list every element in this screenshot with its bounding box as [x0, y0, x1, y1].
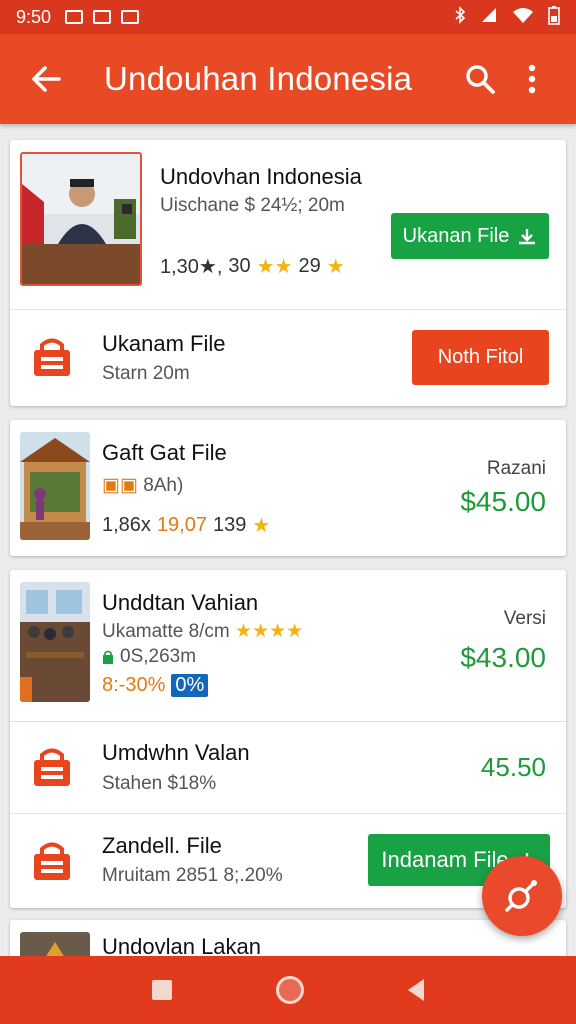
item-rating-value: 29 — [298, 255, 321, 277]
wifi-icon — [512, 6, 534, 29]
search-button[interactable] — [454, 51, 506, 107]
item-title: Ukanam File — [102, 331, 226, 356]
status-bar: 9:50 — [0, 0, 576, 34]
item-price: $45.00 — [460, 486, 546, 517]
item-card: Unddtan Vahian Ukamatte 8/cm ★★★★ 0S,263… — [10, 570, 566, 908]
item-thumbnail — [20, 432, 90, 540]
more-options-button[interactable] — [506, 51, 558, 107]
item-card: Gaft Gat File ▣▣ 8Ah) 1,86x 19,07 139 ★ … — [10, 420, 566, 556]
item-price: $43.00 — [460, 642, 546, 673]
star-icon: ★ — [252, 515, 271, 537]
notification-icon — [93, 10, 112, 24]
item-meta-value: 19,07 — [156, 514, 207, 536]
item-rating: 1,86x 19,07 139 ★ — [102, 513, 270, 538]
share-icon — [505, 880, 537, 912]
list-item[interactable]: Undovhan Indonesia Uischane $ 24½; 20m 1… — [10, 140, 566, 310]
item-rating-value: 139 — [213, 514, 247, 536]
item-size: 0S,263m — [102, 646, 196, 668]
item-subtitle: ▣▣ 8Ah) — [102, 475, 184, 496]
item-meta-value: 30 — [228, 255, 251, 277]
lock-icon — [34, 338, 70, 376]
page-title: Undouhan Indonesia — [104, 60, 413, 97]
arrow-back-icon — [32, 66, 61, 92]
item-downloads: 1,30★, — [160, 256, 223, 278]
download-icon — [519, 229, 536, 245]
item-percent: 8:-30% — [102, 674, 166, 696]
lock-small-icon — [103, 650, 113, 664]
item-subtitle: Ukamatte 8/cm ★★★★ — [102, 621, 304, 642]
share-fab-button[interactable] — [482, 856, 562, 936]
bluetooth-icon — [454, 5, 466, 29]
item-label: Razani — [486, 458, 546, 479]
item-card: Undovhan Indonesia Uischane $ 24½; 20m 1… — [10, 140, 566, 406]
list-item[interactable]: Undovlan Lakan — [10, 920, 566, 956]
item-card: Undovlan Lakan — [10, 920, 566, 956]
item-thumbnail — [20, 152, 142, 286]
item-progress: 8:-30% 0% — [102, 674, 209, 697]
notification-icon — [121, 10, 140, 24]
recents-button[interactable] — [152, 980, 172, 1000]
back-nav-button[interactable] — [408, 979, 424, 1001]
item-subtitle: Starn 20m — [102, 363, 190, 384]
item-title: Umdwhn Valan — [102, 740, 250, 765]
action-button[interactable]: Noth Fitol — [412, 330, 549, 385]
item-thumbnail — [20, 932, 90, 956]
button-label: Ukanan File — [402, 224, 510, 247]
more-vert-icon — [528, 64, 536, 94]
item-price: 45.50 — [480, 752, 546, 782]
star-icon: ★ — [326, 256, 345, 278]
notification-icon — [65, 10, 84, 24]
app-bar: Undouhan Indonesia — [0, 34, 576, 124]
item-label: Versi — [503, 608, 546, 629]
item-subtitle: Stahen $18% — [102, 773, 217, 794]
content-list[interactable]: Undovhan Indonesia Uischane $ 24½; 20m 1… — [0, 124, 576, 956]
status-badge: 0% — [171, 674, 209, 697]
rating-icon: ▣▣ — [102, 475, 138, 496]
item-thumbnail — [20, 582, 90, 702]
item-downloads: 1,86x — [102, 514, 151, 536]
item-title: Gaft Gat File — [102, 440, 227, 465]
status-time: 9:50 — [16, 6, 52, 27]
back-button[interactable] — [18, 51, 74, 107]
lock-icon — [34, 842, 70, 880]
list-item[interactable]: Gaft Gat File ▣▣ 8Ah) 1,86x 19,07 139 ★ … — [10, 420, 566, 556]
list-item[interactable]: Ukanam File Starn 20m Noth Fitol — [10, 310, 566, 406]
item-title: Zandell. File — [102, 833, 222, 858]
battery-icon — [548, 5, 560, 30]
item-title: Undovhan Indonesia — [160, 164, 362, 189]
search-icon — [466, 65, 495, 94]
lock-icon — [34, 748, 70, 786]
button-label: Indanam File — [381, 847, 509, 872]
list-item[interactable]: Unddtan Vahian Ukamatte 8/cm ★★★★ 0S,263… — [10, 570, 566, 722]
item-title: Undovlan Lakan — [102, 934, 262, 956]
star-icon: ★★ — [256, 256, 293, 278]
home-button[interactable] — [276, 976, 304, 1004]
download-file-button[interactable]: Ukanan File — [391, 213, 549, 259]
list-item[interactable]: Umdwhn Valan Stahen $18% 45.50 — [10, 722, 566, 814]
star-icon: ★★★★ — [235, 621, 304, 642]
item-subtitle: Mruitam 2851 8;.20% — [102, 865, 283, 886]
item-rating: 1,30★, 30 ★★ 29 ★ — [160, 254, 345, 279]
item-subtitle: Uischane $ 24½; 20m — [160, 195, 345, 216]
system-nav-bar — [0, 956, 576, 1024]
signal-icon — [480, 6, 498, 29]
item-title: Unddtan Vahian — [102, 590, 259, 615]
